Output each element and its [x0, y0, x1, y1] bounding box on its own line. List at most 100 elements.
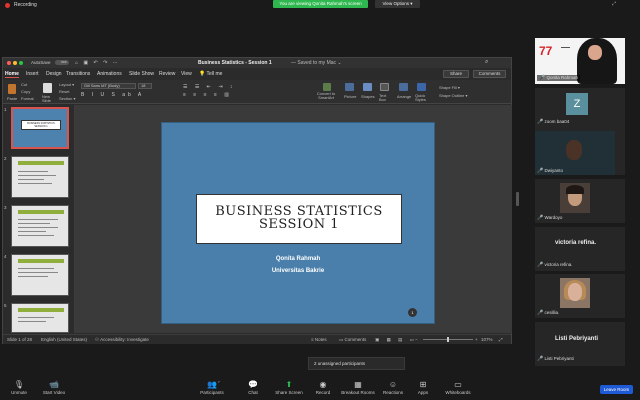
quick-styles-icon[interactable]	[417, 83, 426, 91]
mic-off-icon: 🎙	[13, 380, 25, 389]
comments-status-button[interactable]: ▭ Comments	[339, 337, 366, 343]
notes-button[interactable]: ≡ Notes	[311, 337, 327, 342]
tab-insert[interactable]: Insert	[26, 71, 39, 77]
redo-icon[interactable]: ↷	[103, 60, 109, 66]
shape-fill-button[interactable]: Shape Fill ▾	[439, 85, 460, 90]
whiteboards-button[interactable]: ▭ Whiteboards	[442, 380, 474, 395]
chat-button[interactable]: 💬 Chat	[244, 380, 262, 395]
thumb1-title-box: BUSINESS STATISTICS SESSION 1	[21, 120, 61, 130]
autosave-toggle[interactable]: OFF	[55, 60, 69, 65]
section-button[interactable]: Section ▾	[59, 96, 75, 101]
zoom-out-icon[interactable]: −	[415, 337, 418, 342]
panel-resize-handle[interactable]	[516, 192, 519, 206]
close-window-icon[interactable]	[7, 61, 11, 65]
breakout-rooms-button[interactable]: ▦ Breakout Rooms	[340, 380, 376, 395]
thumb-header-bar	[18, 259, 64, 263]
alignment-buttons[interactable]: ≡ ≡ ≡ ≡ ▥	[183, 92, 232, 98]
paste-icon[interactable]	[8, 84, 16, 94]
copy-button[interactable]: Copy	[21, 89, 30, 94]
participant-face	[568, 283, 582, 301]
search-icon[interactable]: ⌕	[485, 59, 488, 66]
tab-home[interactable]: Home	[5, 71, 19, 78]
slide-thumbnail[interactable]	[11, 205, 69, 247]
participant-hair	[566, 185, 584, 194]
paragraph-buttons[interactable]: ☰ ☰ ⇤ ⇥ ↕	[183, 84, 235, 90]
minimize-window-icon[interactable]	[13, 61, 17, 65]
tab-design[interactable]: Design	[46, 71, 62, 77]
smartart-icon[interactable]	[323, 83, 331, 91]
slide-thumbnail[interactable]	[11, 254, 69, 296]
home-icon[interactable]: ⌂	[75, 60, 80, 66]
recording-label[interactable]: Recording	[14, 2, 37, 8]
text-box-icon[interactable]	[380, 83, 389, 91]
undo-icon[interactable]: ↶	[94, 60, 100, 66]
font-size-field[interactable]: 18	[138, 83, 152, 89]
slide-thumbnail[interactable]	[11, 156, 69, 198]
tab-review[interactable]: Review	[159, 71, 175, 77]
tab-tell-me[interactable]: 💡 Tell me	[199, 71, 222, 77]
share-screen-button[interactable]: ⬆ Share Screen	[274, 380, 304, 395]
reset-button[interactable]: Reset	[59, 89, 69, 94]
zoom-in-icon[interactable]: +	[475, 337, 478, 342]
slide-thumbnail[interactable]: BUSINESS STATISTICS SESSION 1	[11, 107, 69, 149]
format-painter-button[interactable]: Format	[21, 96, 34, 101]
participant-name: Wardoyo	[544, 215, 563, 220]
new-slide-icon[interactable]	[43, 83, 52, 93]
unassigned-participants-notice[interactable]: 2 unassigned participants	[308, 357, 405, 370]
apps-button[interactable]: ⊞ Apps	[414, 380, 432, 395]
shapes-icon[interactable]	[363, 83, 372, 91]
thumb-text-line	[18, 317, 54, 318]
thumb-text-line	[18, 276, 48, 277]
slide-title-line2: Session 1	[258, 217, 340, 232]
zoom-level[interactable]: 107%	[481, 337, 493, 342]
arrange-icon[interactable]	[399, 83, 408, 91]
participants-label: Participants	[200, 390, 224, 395]
breakout-rooms-label: Breakout Rooms	[341, 390, 375, 395]
view-options-button[interactable]: View Options ▾	[375, 0, 420, 8]
quick-access-toolbar[interactable]: ⌂ ▣ ↶ ↷ ⋯	[75, 60, 120, 66]
reactions-button[interactable]: ☺ Reactions	[380, 380, 406, 395]
thumb-text-line	[18, 321, 46, 322]
picture-label: Picture	[344, 94, 357, 99]
thumb-header-bar	[18, 308, 64, 312]
fit-slide-icon[interactable]: ⤢	[499, 337, 503, 342]
convert-smartart-label: Convert to SmartArt	[316, 91, 336, 100]
autosave-label: AutoSave	[31, 60, 51, 65]
slide-institution[interactable]: Universitas Bakrie	[162, 268, 434, 274]
zoom-slider-handle[interactable]	[447, 337, 449, 342]
save-icon[interactable]: ▣	[83, 60, 90, 66]
chat-label: Chat	[248, 390, 258, 395]
accessibility-status[interactable]: ⚇ Accessibility: Investigate	[95, 337, 149, 343]
cut-button[interactable]: Cut	[21, 82, 27, 87]
fullscreen-icon[interactable]: ⤢	[612, 1, 616, 7]
maximize-window-icon[interactable]	[19, 61, 23, 65]
slide-title-box[interactable]: Business Statistics Session 1	[196, 194, 402, 244]
slide-author[interactable]: Qonita Rahmah	[162, 256, 434, 262]
tab-transitions[interactable]: Transitions	[66, 71, 90, 77]
tab-view[interactable]: View	[181, 71, 192, 77]
participants-button[interactable]: 👥 Participants 7	[198, 380, 226, 395]
viewing-screen-banner: You are viewing Qonita Rahmah's screen	[273, 0, 368, 8]
tab-slide-show[interactable]: Slide Show	[129, 71, 154, 77]
slide[interactable]: Business Statistics Session 1 Qonita Rah…	[161, 122, 435, 324]
picture-icon[interactable]	[345, 83, 354, 91]
slide-canvas[interactable]: Business Statistics Session 1 Qonita Rah…	[75, 105, 512, 333]
slide-thumbnail[interactable]	[11, 303, 69, 333]
tab-animations[interactable]: Animations	[97, 71, 122, 77]
language-status[interactable]: English (United States)	[41, 337, 87, 342]
record-button[interactable]: ◉ Record	[313, 380, 333, 395]
font-name-field[interactable]: Gill Sans MT (Body)	[81, 83, 136, 89]
shape-outline-button[interactable]: Shape Outline ▾	[439, 93, 467, 98]
leave-room-button[interactable]: Leave Room	[600, 385, 633, 394]
more-icon[interactable]: ⋯	[113, 60, 120, 66]
comments-button[interactable]: Comments	[473, 70, 506, 78]
start-video-button[interactable]: 📹 Start Video	[41, 380, 67, 395]
share-button[interactable]: Share	[443, 70, 469, 78]
view-mode-buttons[interactable]: ▣ ▦ ▤ ▭	[375, 337, 417, 343]
font-format-buttons[interactable]: B I U S ab A	[81, 92, 144, 98]
mic-off-icon: 🎤	[537, 310, 544, 316]
accessibility-label: Accessibility: Investigate	[100, 337, 149, 342]
layout-button[interactable]: Layout ▾	[59, 82, 74, 87]
save-status[interactable]: — Saved to my Mac ⌄	[291, 60, 342, 66]
unmute-button[interactable]: 🎙 Unmute	[8, 380, 30, 395]
